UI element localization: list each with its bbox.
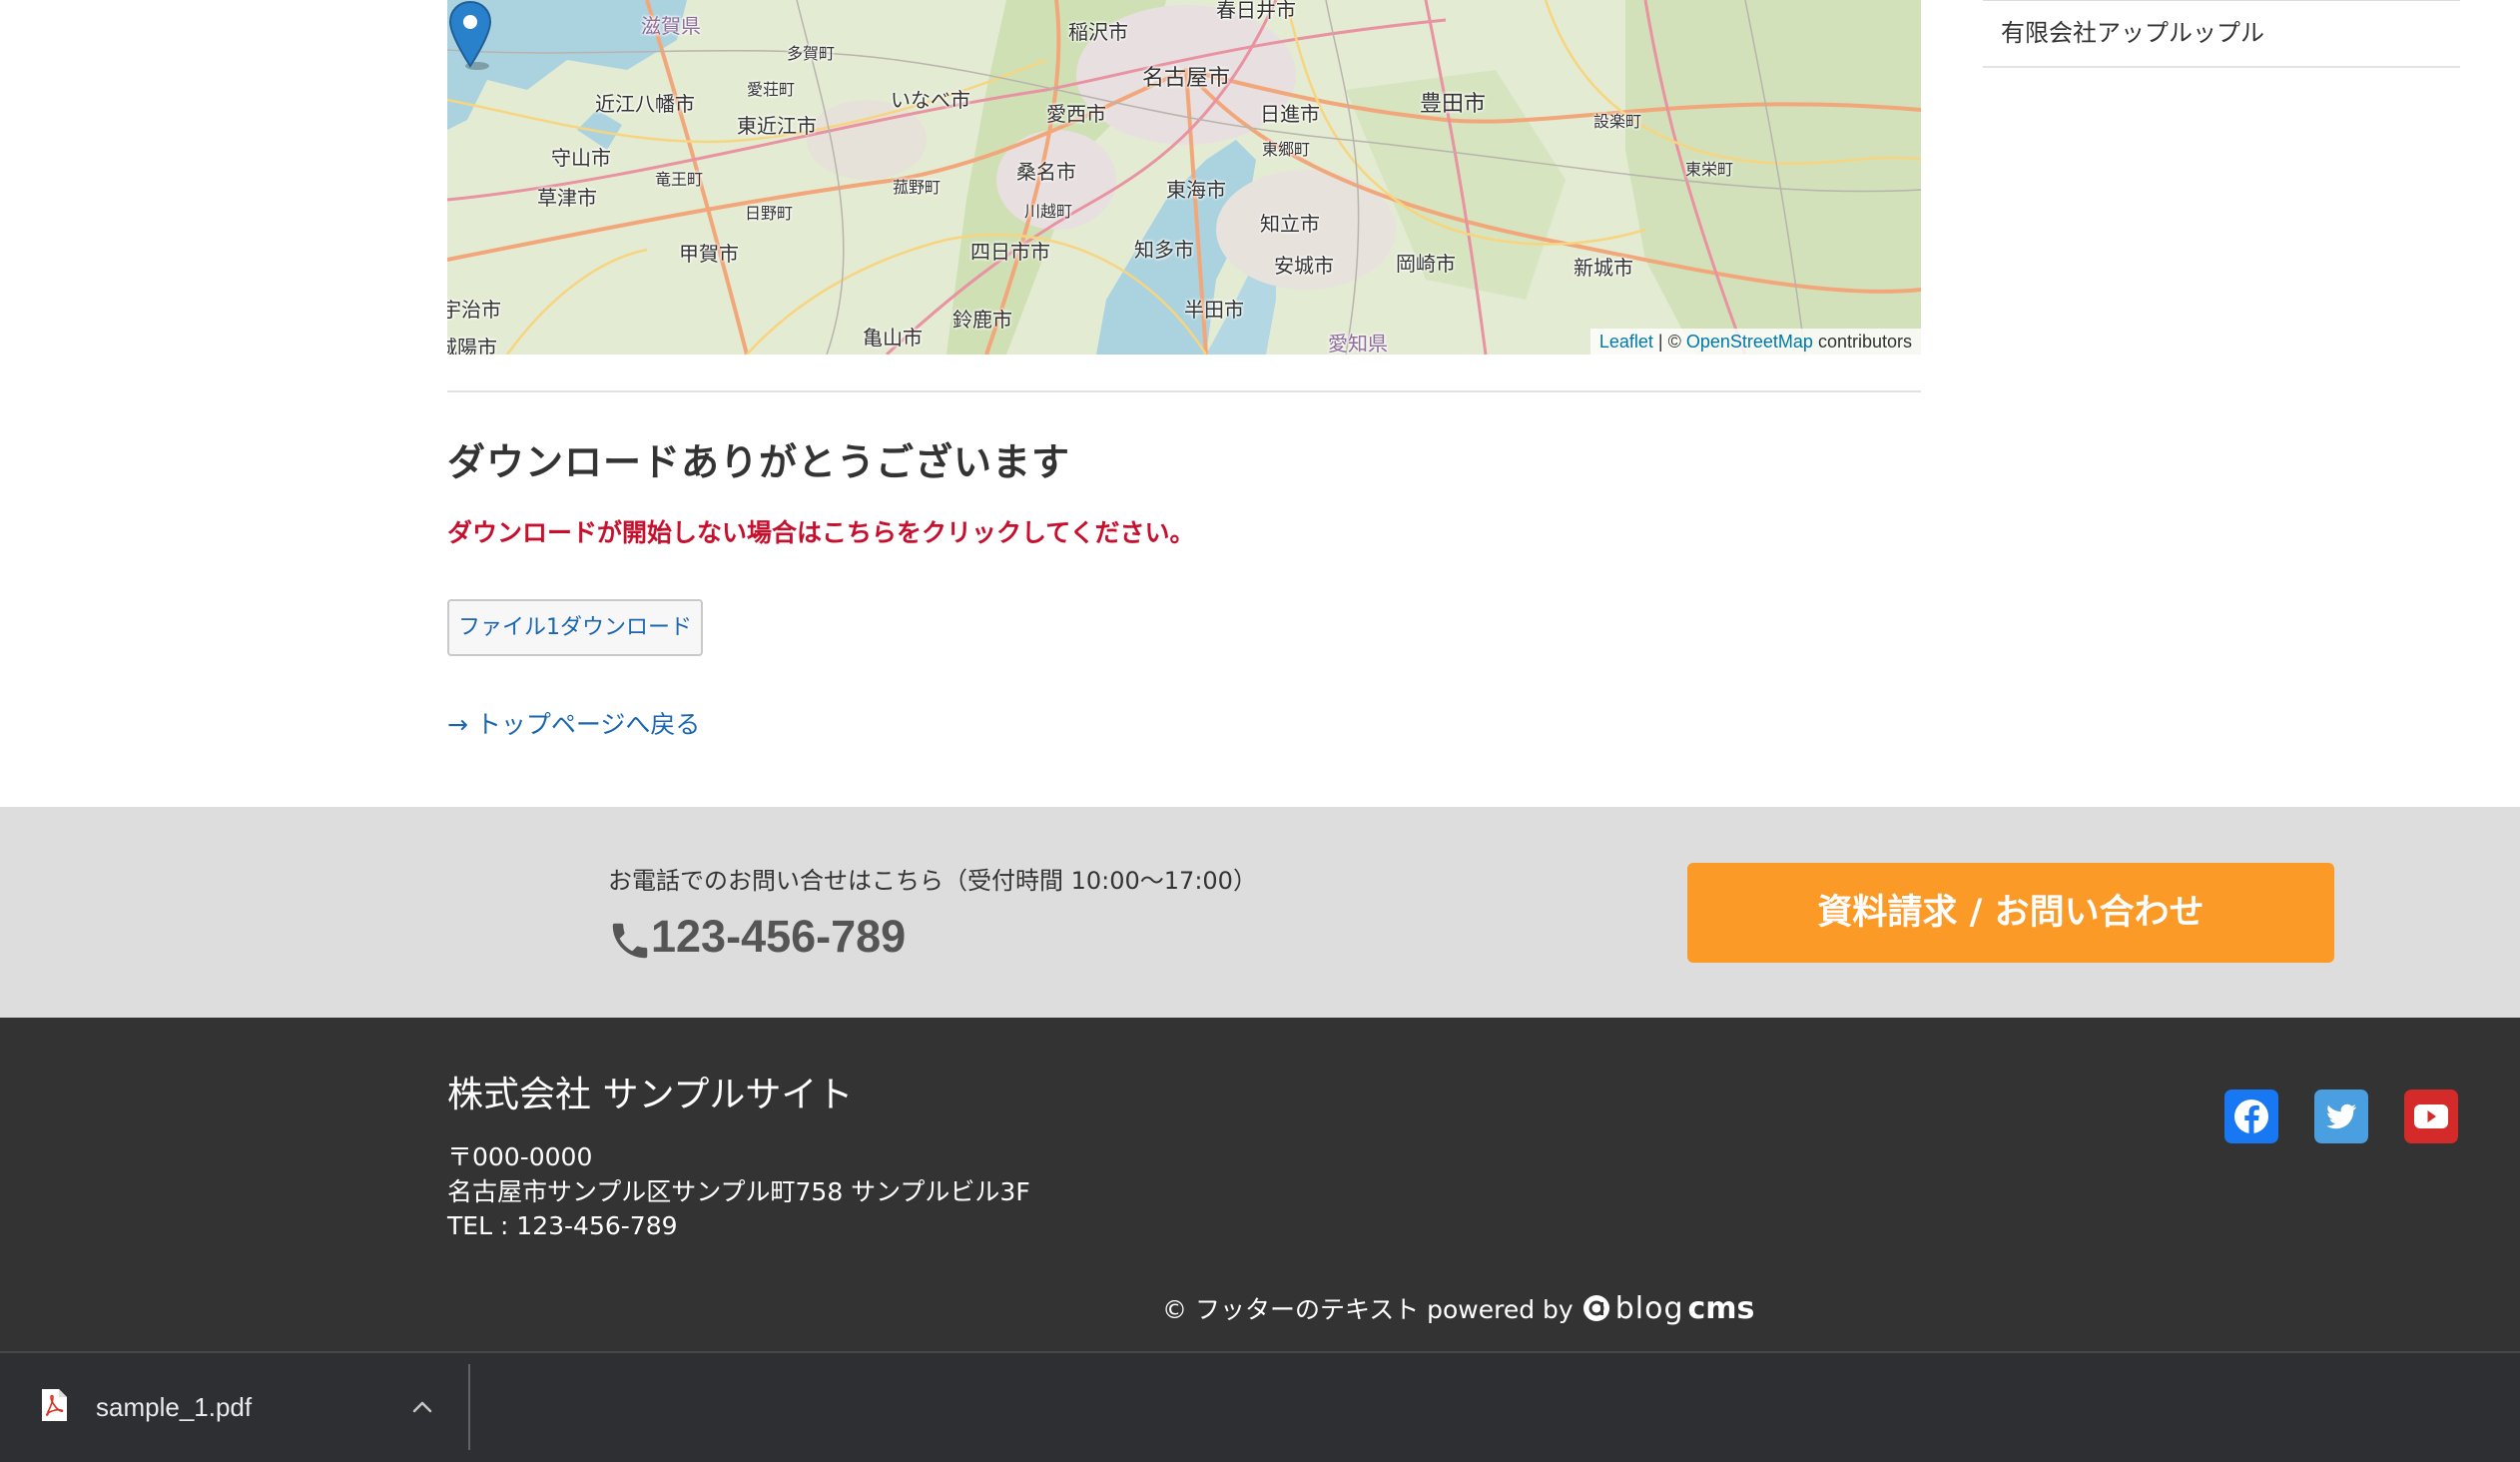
openstreetmap-link[interactable]: OpenStreetMap (1686, 332, 1813, 352)
map-place-label: 多賀町 (787, 44, 836, 63)
page-title: ダウンロードありがとうございます (447, 440, 1071, 484)
section-divider (447, 390, 1921, 392)
copyright-text: © フッターのテキスト powered by (1162, 1295, 1574, 1324)
map-place-label: 豊田市 (1420, 92, 1487, 117)
leaflet-link[interactable]: Leaflet (1599, 332, 1653, 352)
map-place-label: 甲賀市 (679, 242, 739, 266)
map-marker-icon[interactable] (447, 0, 493, 70)
facebook-icon[interactable] (2224, 1090, 2278, 1143)
phone-icon (612, 923, 648, 959)
chevron-up-icon[interactable] (409, 1396, 435, 1418)
map-place-label: 愛荘町 (747, 80, 796, 99)
map-place-label: 知立市 (1260, 212, 1320, 236)
map-place-label: 守山市 (551, 146, 611, 170)
twitter-icon[interactable] (2314, 1090, 2368, 1143)
contact-note: お電話でのお問い合せはこちら（受付時間 10:00〜17:00） (608, 867, 1257, 895)
footer-copyright: © フッターのテキスト powered by blog cms (1162, 1290, 1754, 1326)
map-attribution: Leaflet | © OpenStreetMap contributors (1589, 329, 1921, 355)
footer-postal-code: 〒000-0000 (447, 1142, 593, 1171)
attribution-separator: | © (1652, 332, 1686, 352)
footer-address: 名古屋市サンプル区サンプル町758 サンプルビル3F (447, 1177, 1030, 1206)
map-place-label: 竜王町 (655, 170, 704, 189)
logo-cms-text: cms (1687, 1290, 1755, 1326)
map-place-label: 設楽町 (1593, 112, 1642, 131)
map-place-label: 稲沢市 (1068, 20, 1128, 44)
map-place-label: 宇治市 (447, 298, 501, 322)
location-map[interactable]: 滋賀県 稲沢市 春日井市 多賀町 愛荘町 近江八幡市 東近江市 いなべ市 名古屋… (447, 0, 1921, 355)
map-place-label: 滋賀県 (641, 14, 701, 38)
footer-company-name: 株式会社 サンプルサイト (447, 1075, 854, 1115)
download-filename[interactable]: sample_1.pdf (96, 1392, 252, 1423)
map-place-label: 桑名市 (1016, 160, 1076, 184)
map-place-label: 亀山市 (863, 326, 923, 350)
back-to-top-link[interactable]: → トップページへ戻る (447, 705, 700, 741)
map-place-label: 川越町 (1024, 202, 1073, 221)
map-place-label: 知多市 (1134, 238, 1194, 262)
pdf-file-icon (42, 1389, 67, 1421)
download-bar-divider (468, 1364, 470, 1450)
phone-number[interactable]: 123-456-789 (651, 911, 906, 963)
map-place-label: 東海市 (1166, 178, 1226, 202)
map-place-label: 鈴鹿市 (952, 308, 1012, 332)
logo-blog-text: blog (1614, 1290, 1684, 1326)
map-place-label: 菰野町 (893, 178, 942, 197)
map-place-label: 東郷町 (1262, 140, 1311, 159)
sidebar-item-company[interactable]: 有限会社アップルップル (1983, 0, 2460, 68)
map-place-label: 新城市 (1574, 256, 1633, 280)
inquiry-button[interactable]: 資料請求 / お問い合わせ (1687, 863, 2334, 963)
map-place-label: 愛西市 (1046, 102, 1106, 126)
map-place-label: 春日井市 (1216, 0, 1296, 22)
footer-tel: TEL : 123-456-789 (447, 1211, 678, 1240)
map-place-label: 岡崎市 (1396, 252, 1456, 276)
page: 滋賀県 稲沢市 春日井市 多賀町 愛荘町 近江八幡市 東近江市 いなべ市 名古屋… (0, 0, 2520, 1462)
map-place-label: 日進市 (1260, 102, 1320, 126)
attribution-suffix: contributors (1812, 332, 1912, 352)
map-place-label: いなべ市 (891, 88, 970, 112)
file-download-button[interactable]: ファイル1ダウンロード (447, 599, 703, 656)
ablogcms-mark-icon (1582, 1295, 1609, 1321)
map-place-label: 愛知県 (1328, 332, 1388, 355)
map-place-label: 東近江市 (737, 114, 817, 138)
ablogcms-logo[interactable]: blog cms (1581, 1290, 1755, 1326)
map-place-label: 草津市 (537, 186, 597, 210)
map-place-label: 安城市 (1274, 254, 1334, 278)
map-place-label: 近江八幡市 (595, 92, 695, 116)
map-place-label: 半田市 (1184, 298, 1244, 322)
download-notice-link[interactable]: ダウンロードが開始しない場合はこちらをクリックしてください。 (447, 513, 1195, 549)
map-place-label: 東栄町 (1685, 160, 1734, 179)
map-place-label: 四日市市 (970, 240, 1050, 264)
youtube-icon[interactable] (2404, 1090, 2458, 1143)
map-place-label: 名古屋市 (1142, 66, 1231, 91)
map-place-label: 城陽市 (447, 336, 497, 355)
map-place-label: 日野町 (745, 204, 794, 223)
